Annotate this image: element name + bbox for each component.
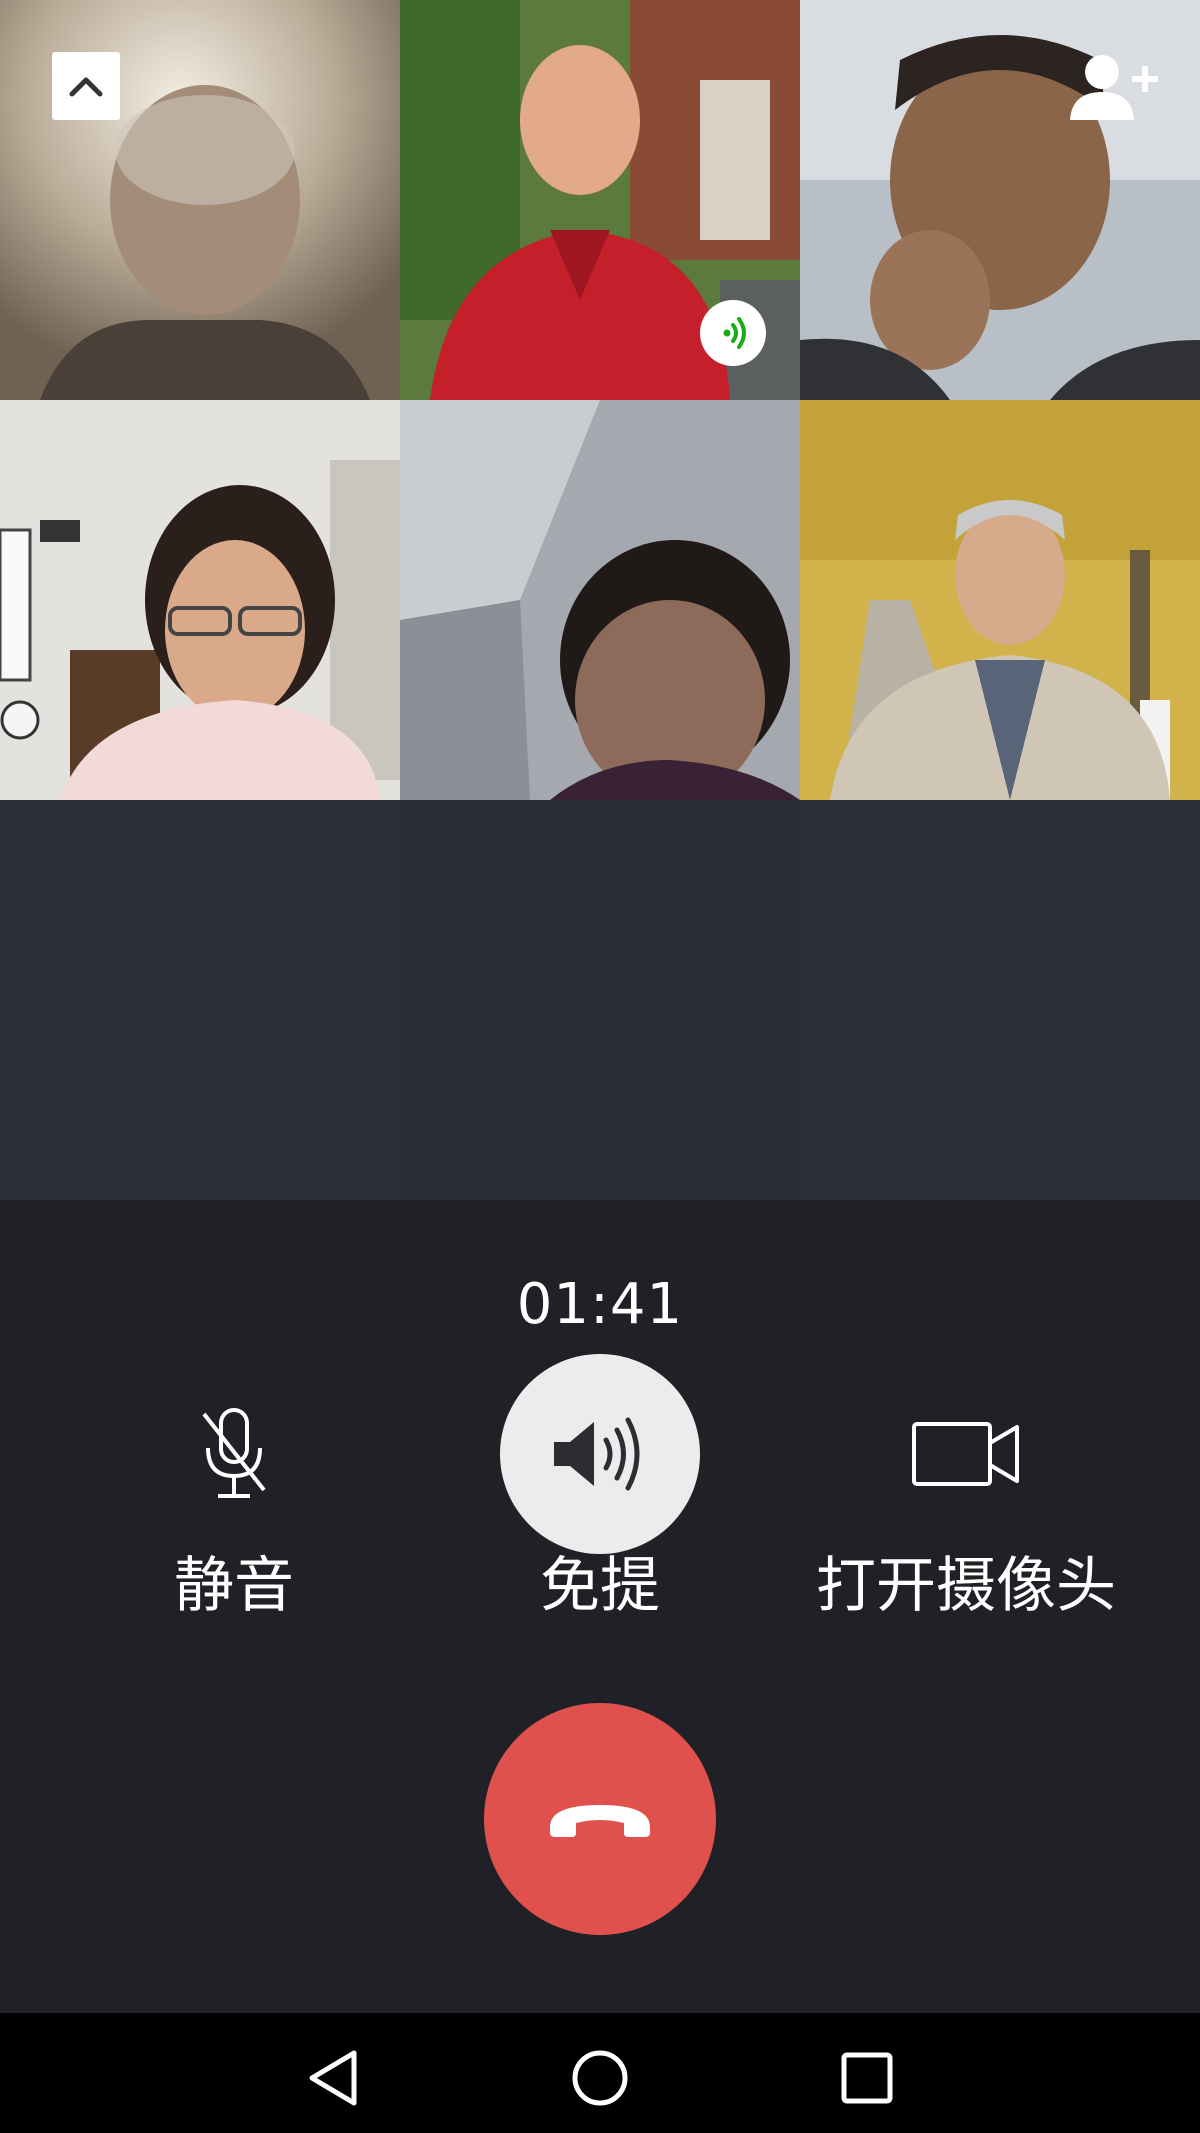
camera-label: 打开摄像头: [816, 1551, 1116, 1621]
phone-hangup-icon: [550, 1805, 650, 1837]
empty-slot-2: [400, 800, 800, 1200]
call-timer: 01:41: [516, 1272, 684, 1337]
participant-video-feed: [400, 400, 800, 800]
participant-video-2[interactable]: [400, 0, 800, 400]
hangup-button[interactable]: [484, 1703, 716, 1935]
participant-video-4[interactable]: [0, 400, 400, 800]
collapse-button[interactable]: [52, 52, 120, 120]
participant-video-feed: [800, 400, 1200, 800]
nav-home-button[interactable]: [565, 2043, 635, 2113]
empty-slot-1: [0, 800, 400, 1200]
camera-control[interactable]: 打开摄像头: [816, 1354, 1116, 1626]
speaker-control[interactable]: 免提: [450, 1354, 750, 1626]
home-circle-icon: [572, 2050, 628, 2106]
participant-video-5[interactable]: [400, 400, 800, 800]
add-member-button[interactable]: [1068, 52, 1160, 124]
back-triangle-icon: [309, 2050, 357, 2106]
nav-back-button[interactable]: [298, 2043, 368, 2113]
mute-button[interactable]: [84, 1354, 384, 1554]
speaking-indicator: [700, 300, 766, 366]
speaker-volume-icon: [554, 1417, 640, 1491]
nav-recent-button[interactable]: [832, 2043, 902, 2113]
speaker-button[interactable]: [450, 1354, 750, 1554]
participant-video-feed: [0, 400, 400, 800]
participant-video-1[interactable]: [0, 0, 400, 400]
video-grid: [0, 0, 1200, 1200]
add-person-icon: [1070, 55, 1158, 120]
mute-control[interactable]: 静音: [84, 1354, 384, 1626]
mute-label: 静音: [174, 1551, 294, 1621]
chevron-up-icon: [69, 77, 103, 97]
camera-button[interactable]: [816, 1354, 1116, 1554]
participant-video-6[interactable]: [800, 400, 1200, 800]
microphone-muted-icon: [202, 1408, 266, 1498]
speaker-active-circle[interactable]: [500, 1354, 700, 1554]
video-camera-icon: [912, 1422, 1019, 1486]
recent-apps-square-icon: [841, 2052, 893, 2104]
empty-slot-3: [800, 800, 1200, 1200]
speaking-waves-icon: [723, 317, 746, 349]
speaker-label: 免提: [540, 1551, 660, 1621]
participant-video-3[interactable]: [800, 0, 1200, 400]
